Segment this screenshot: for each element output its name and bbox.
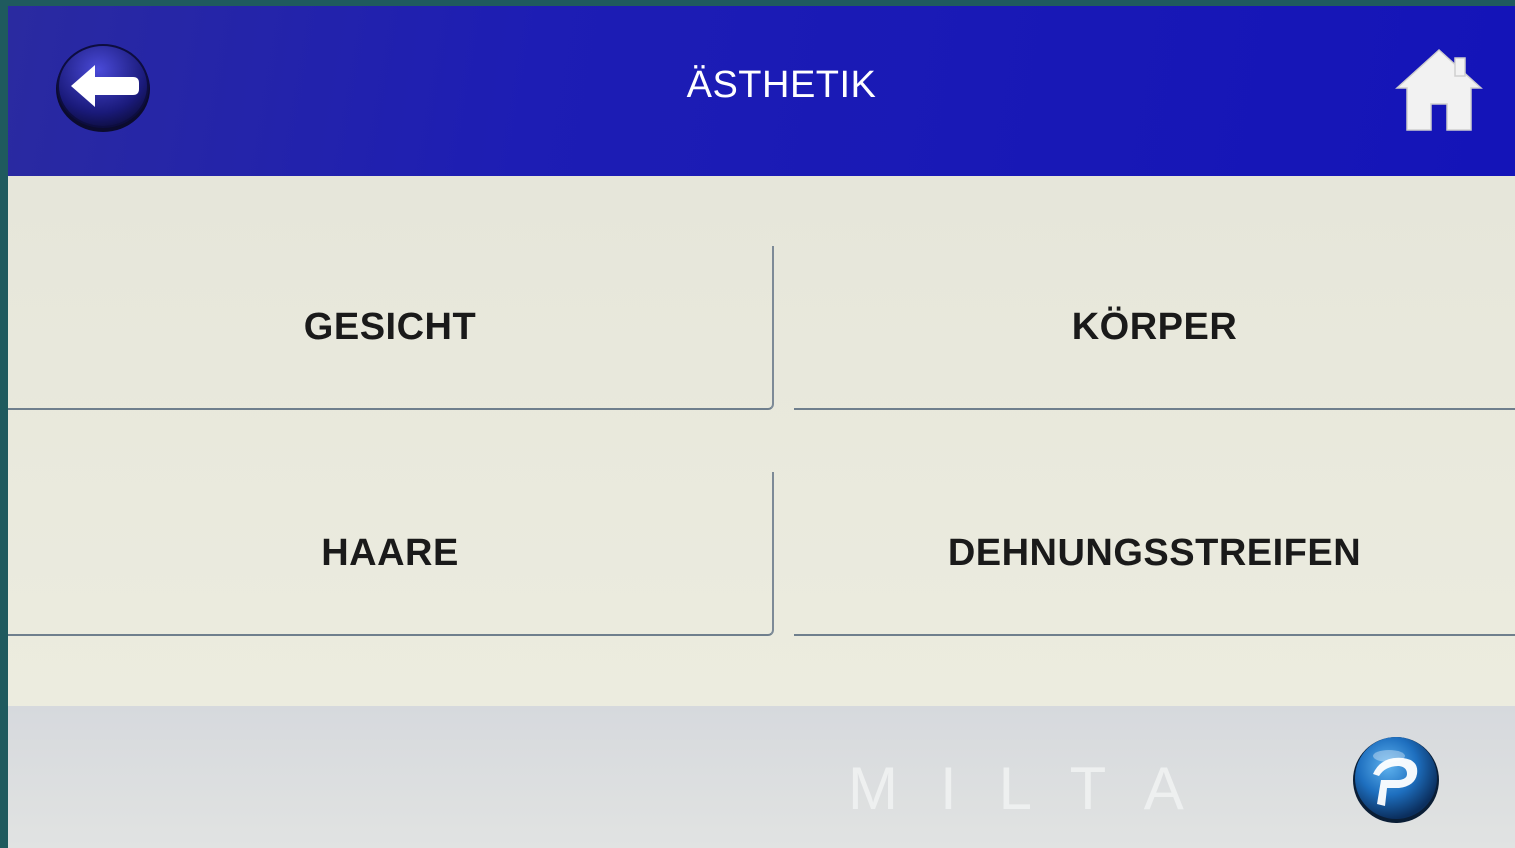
home-icon xyxy=(1395,48,1483,131)
menu-button-label: DEHNUNGSSTREIFEN xyxy=(947,531,1362,574)
menu-button-label: KÖRPER xyxy=(1071,305,1238,348)
menu-button-haare[interactable]: HAARE xyxy=(8,472,774,636)
menu-button-label: GESICHT xyxy=(303,305,477,348)
menu-button-dehnungsstreifen[interactable]: DEHNUNGSSTREIFEN xyxy=(794,472,1515,636)
menu-button-label: HAARE xyxy=(321,531,459,574)
app-logo-icon xyxy=(1353,737,1439,823)
menu-button-koerper[interactable]: KÖRPER xyxy=(794,246,1515,410)
footer-bar: MILTA xyxy=(8,706,1515,848)
app-screen: ÄSTHETIK GESICHT KÖRPER HAARE DEHNUNGSST… xyxy=(8,6,1515,848)
brand-watermark: MILTA xyxy=(848,755,1226,822)
logo-button[interactable] xyxy=(1351,734,1441,824)
menu-button-gesicht[interactable]: GESICHT xyxy=(8,246,774,410)
page-title: ÄSTHETIK xyxy=(686,64,877,106)
header-bar: ÄSTHETIK xyxy=(8,6,1515,176)
home-button[interactable] xyxy=(1391,44,1487,132)
menu-area: GESICHT KÖRPER HAARE DEHNUNGSSTREIFEN xyxy=(8,176,1515,706)
